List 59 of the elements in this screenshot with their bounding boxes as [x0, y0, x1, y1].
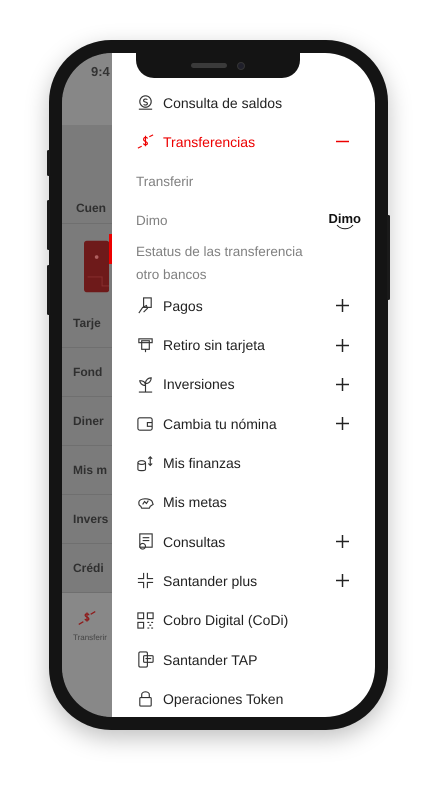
status-time: 9:4	[91, 64, 110, 79]
menu-item[interactable]: Consultas	[136, 522, 351, 562]
menu-item-label: Santander plus	[163, 572, 258, 589]
submenu-item[interactable]: Dimo Dimo	[136, 200, 361, 240]
menu-item-label: Transferencias	[163, 134, 256, 150]
menu-item[interactable]: Santander TAP	[136, 640, 351, 680]
selection-bar	[109, 234, 112, 264]
menu-item[interactable]: Operaciones Token	[136, 679, 351, 717]
menu-item-label: Consultas	[163, 534, 226, 550]
wallet-icon	[136, 414, 155, 434]
menu-item-label: Pagos	[163, 298, 204, 314]
expand-icon[interactable]	[336, 299, 349, 312]
menu-item[interactable]: Retiro sin tarjeta	[136, 325, 351, 365]
account-row-label: Diner	[73, 414, 104, 428]
menu-item[interactable]: Pagos	[136, 286, 351, 326]
section-title: Cuen	[76, 201, 106, 215]
account-row-label: Tarje	[73, 316, 101, 330]
dimo-logo: Dimo	[328, 211, 361, 230]
menu-item-label: Cobro Digital (CoDi)	[163, 612, 290, 628]
card-image	[84, 238, 110, 295]
menu-item[interactable]: Transferencias	[136, 122, 351, 162]
submenu-item-label: Transferir	[136, 172, 194, 191]
menu-item[interactable]: Cambia tu nómina	[136, 404, 351, 444]
expand-icon[interactable]	[336, 574, 349, 588]
transfer-icon	[136, 132, 155, 152]
menu-item-label: Operaciones Token	[163, 690, 284, 707]
atm-icon	[136, 336, 155, 355]
lock-icon	[136, 689, 155, 708]
menu-item[interactable]: Inversiones	[136, 364, 351, 404]
expand-icon[interactable]	[336, 378, 349, 391]
account-row-label: Invers	[73, 512, 108, 526]
submenu-item[interactable]: Estatus de las transferencia otro bancos	[136, 240, 361, 286]
menu-item-label: Cambia tu nómina	[163, 416, 278, 432]
menu-item-label: Inversiones	[163, 376, 236, 392]
menu-item-label: Santander TAP	[163, 652, 258, 668]
menu-item-label: Retiro sin tarjeta	[163, 337, 266, 354]
plus-frame-icon	[136, 571, 155, 590]
coins-icon	[136, 454, 155, 473]
submenu-item[interactable]: Transferir	[136, 162, 361, 201]
account-row-label: Fond	[73, 365, 102, 379]
expand-icon[interactable]	[336, 417, 349, 430]
submenu-item-label: Estatus de las transferencia otro bancos	[136, 243, 304, 284]
menu-item-label: Mis finanzas	[163, 455, 242, 472]
expand-icon[interactable]	[336, 535, 349, 548]
menu-item-label: Consulta de saldos	[163, 94, 284, 111]
submenu-item-label: Dimo	[136, 212, 168, 230]
menu-item[interactable]: Mis metas	[136, 482, 351, 522]
sprout-icon	[136, 374, 155, 394]
qr-code-icon	[136, 610, 155, 630]
phone-chat-icon	[136, 650, 155, 669]
document-search-icon	[136, 532, 155, 552]
account-row-label: Mis m	[73, 463, 108, 477]
account-row-label: Crédi	[73, 561, 104, 575]
menu-item[interactable]: Consulta de saldos	[136, 83, 351, 122]
menu-item[interactable]: Mis finanzas	[136, 443, 351, 483]
menu-item-label: Mis metas	[163, 494, 228, 510]
menu-item[interactable]: Santander plus	[136, 561, 351, 601]
expand-icon[interactable]	[336, 338, 349, 352]
menu-item[interactable]: Cobro Digital (CoDi)	[136, 600, 351, 640]
